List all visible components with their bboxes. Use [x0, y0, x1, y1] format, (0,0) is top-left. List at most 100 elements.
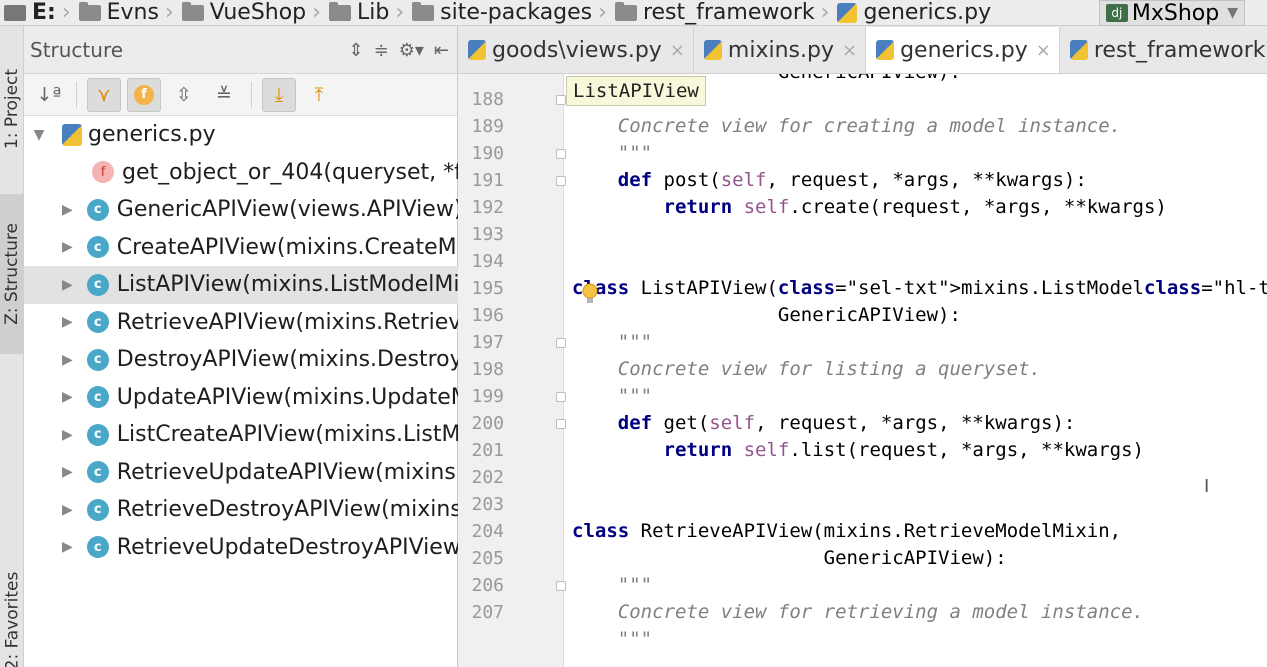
breadcrumb-item-evns[interactable]: Evns — [73, 0, 159, 25]
mouse-cursor-icon: I — [1204, 476, 1210, 497]
code-line[interactable]: return self.create(request, *args, **kwa… — [572, 194, 1167, 221]
tree-item-class-selected[interactable]: ▶ c ListAPIView(mixins.ListModelMixin, G… — [24, 266, 458, 304]
tree-item-class[interactable]: ▶ c RetrieveUpdateDestroyAPIView(mixins.… — [24, 529, 458, 567]
fold-marker-icon[interactable] — [556, 419, 566, 429]
code-line[interactable]: Concrete view for retrieving a model ins… — [572, 599, 1144, 626]
close-icon[interactable]: × — [670, 40, 685, 61]
tool-tab-favorites[interactable]: 2: Favorites — [0, 556, 24, 667]
tool-tab-project[interactable]: 1: Project — [0, 44, 24, 174]
tree-item-class[interactable]: ▶ c UpdateAPIView(mixins.UpdateModelMixi… — [24, 379, 458, 417]
fold-marker-icon[interactable] — [556, 581, 566, 591]
autoscroll-to-source-icon: ⤓ — [274, 83, 284, 106]
line-number: 191 — [471, 170, 504, 191]
fold-marker-icon[interactable] — [556, 338, 566, 348]
expand-all-button[interactable]: ⇳ — [167, 78, 201, 112]
expand-arrow-icon[interactable]: ▶ — [62, 314, 73, 330]
close-icon[interactable]: × — [842, 40, 857, 61]
expand-arrow-icon[interactable]: ▶ — [62, 239, 73, 255]
code-line[interactable]: class ListAPIView(class="sel-txt">mixins… — [572, 275, 1267, 302]
class-icon: c — [86, 461, 109, 484]
tree-item-class[interactable]: ▶ c ListCreateAPIView(mixins.ListModelMi… — [24, 416, 458, 454]
expand-arrow-icon[interactable]: ▶ — [62, 277, 73, 293]
code-line[interactable]: Concrete view for listing a queryset. — [572, 356, 1041, 383]
line-number: 195 — [471, 278, 504, 299]
editor-tab-rest-framework[interactable]: rest_framework — [1060, 27, 1267, 73]
tree-item-class[interactable]: ▶ c DestroyAPIView(mixins.DestroyModelMi… — [24, 341, 458, 379]
breadcrumb-separator-icon: › — [395, 0, 405, 25]
class-icon: c — [86, 311, 109, 334]
editor-tab-goods-views[interactable]: goods\views.py × — [458, 27, 694, 73]
code-line[interactable]: """ — [572, 329, 652, 356]
structure-panel-header: Structure ⇕ ≑ ⚙▾ ⇤ — [24, 26, 457, 74]
tree-item-class[interactable]: ▶ c CreateAPIView(mixins.CreateModelMixi… — [24, 229, 458, 267]
expand-arrow-icon[interactable]: ▼ — [30, 127, 48, 143]
tool-tab-structure[interactable]: Z: Structure — [0, 194, 24, 354]
folder-icon — [412, 1, 435, 21]
expand-arrow-icon[interactable]: ▶ — [62, 464, 73, 480]
drive-icon — [4, 4, 26, 21]
fold-marker-icon[interactable] — [556, 176, 566, 186]
breadcrumb-item-site-packages[interactable]: site-packages — [406, 0, 592, 25]
breadcrumb-item-generics[interactable]: generics.py — [831, 0, 991, 25]
breadcrumb-item-rest-framework[interactable]: rest_framework — [609, 0, 815, 25]
class-icon: c — [86, 536, 109, 559]
tree-item-class[interactable]: ▶ c RetrieveDestroyAPIView(mixins.Retrie… — [24, 491, 458, 529]
fold-marker-icon[interactable] — [556, 392, 566, 402]
function-icon: f — [92, 161, 114, 184]
python-file-icon — [876, 40, 895, 60]
autoscroll-from-source-button[interactable]: ⤒ — [302, 78, 336, 112]
sort-alphabetically-button[interactable]: ↓ª — [32, 78, 66, 112]
code-line[interactable]: return self.list(request, *args, **kwarg… — [572, 437, 1144, 464]
editor-tab-mixins[interactable]: mixins.py × — [694, 27, 867, 73]
expand-arrow-icon[interactable]: ▶ — [62, 389, 73, 405]
code-line[interactable]: GenericAPIView): — [572, 302, 961, 329]
tree-item-function[interactable]: f get_object_or_404(queryset, *filter_ar… — [24, 154, 458, 192]
autoscroll-to-source-button[interactable]: ⤓ — [262, 77, 296, 112]
close-icon[interactable]: × — [1036, 40, 1051, 61]
tool-window-strip: 1: Project Z: Structure 2: Favorites — [0, 26, 24, 667]
breadcrumb-separator-icon: › — [61, 0, 71, 25]
code-line[interactable]: """ — [572, 626, 652, 653]
code-line[interactable]: def post(self, request, *args, **kwargs)… — [572, 167, 1087, 194]
tree-item-class[interactable]: ▶ c GenericAPIView(views.APIView) — [24, 191, 458, 229]
collapse-all-button[interactable]: ≚ — [207, 78, 241, 112]
code-line[interactable]: """ — [572, 383, 652, 410]
code-line[interactable]: class RetrieveAPIView(mixins.RetrieveMod… — [572, 518, 1121, 545]
expand-arrow-icon[interactable]: ▶ — [62, 202, 73, 218]
expand-arrow-icon[interactable]: ▶ — [62, 502, 73, 518]
code-line[interactable]: def get(self, request, *args, **kwargs): — [572, 410, 1076, 437]
collapse-all-icon: ≚ — [216, 83, 232, 106]
code-line[interactable]: Concrete view for creating a model insta… — [572, 113, 1121, 140]
collapse-all-icon[interactable]: ⇕ — [349, 40, 364, 61]
fold-marker-icon[interactable] — [556, 95, 566, 105]
expand-all-icon: ⇳ — [176, 83, 192, 106]
structure-toolbar: ↓ª ⋎ f ⇳ ≚ ⤓ ⤒ — [24, 74, 457, 116]
class-icon: c — [86, 198, 109, 221]
tree-item-file[interactable]: ▼ generics.py — [24, 116, 458, 154]
show-fields-button[interactable]: f — [127, 77, 161, 112]
code-line[interactable]: GenericAPIView): — [572, 545, 1007, 572]
code-line[interactable]: """ — [572, 140, 652, 167]
hide-panel-icon[interactable]: ⇤ — [434, 40, 449, 61]
gear-icon[interactable]: ⚙▾ — [399, 40, 424, 61]
scroll-from-source-icon[interactable]: ≑ — [374, 40, 389, 61]
code-area[interactable]: GenericAPIView): """ Concrete view for c… — [564, 74, 1267, 667]
breadcrumb-separator-icon: › — [820, 0, 830, 25]
run-configuration-dropdown[interactable]: dj MxShop ▼ — [1098, 0, 1245, 26]
class-icon: c — [86, 273, 109, 296]
show-inherited-button[interactable]: ⋎ — [87, 77, 121, 112]
breadcrumb-item-vueshop[interactable]: VueShop — [176, 0, 306, 25]
chevron-down-icon: ▼ — [1227, 5, 1238, 21]
expand-arrow-icon[interactable]: ▶ — [62, 352, 73, 368]
breadcrumb-item-lib[interactable]: Lib — [323, 0, 389, 25]
editor-tab-generics[interactable]: generics.py × — [866, 27, 1060, 73]
tree-item-class[interactable]: ▶ c RetrieveAPIView(mixins.RetrieveModel… — [24, 304, 458, 342]
tree-item-class[interactable]: ▶ c RetrieveUpdateAPIView(mixins.Retriev… — [24, 454, 458, 492]
code-line[interactable]: """ — [572, 572, 652, 599]
structure-panel-title: Structure — [30, 37, 124, 62]
fold-marker-icon[interactable] — [556, 149, 566, 159]
breadcrumb-item-drive[interactable]: E: — [4, 0, 56, 25]
lightbulb-icon[interactable] — [580, 282, 600, 306]
expand-arrow-icon[interactable]: ▶ — [62, 427, 73, 443]
expand-arrow-icon[interactable]: ▶ — [62, 539, 73, 555]
